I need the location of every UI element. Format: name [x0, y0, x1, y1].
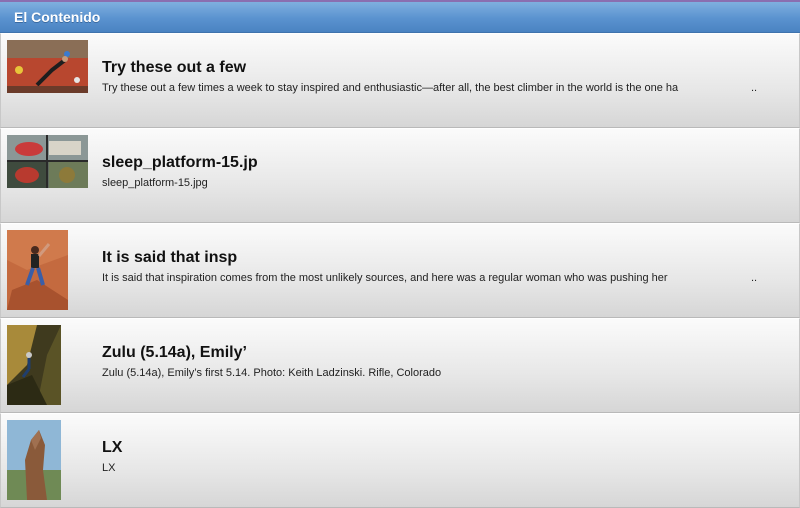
item-title: Zulu (5.14a), Emily’	[102, 344, 247, 361]
item-title: It is said that insp	[102, 249, 238, 266]
list-item[interactable]: Zulu (5.14a), Emily’ Zulu (5.14a), Emily…	[0, 318, 800, 413]
list-item[interactable]: It is said that insp It is said that ins…	[0, 223, 800, 318]
item-ellipsis: ..	[751, 272, 758, 284]
item-title: sleep_platform-15.jp	[102, 154, 258, 171]
woman-climbing-thumbnail	[7, 230, 68, 310]
item-description: sleep_platform-15.jpg	[102, 177, 208, 189]
item-ellipsis: ..	[751, 82, 758, 94]
item-description: Zulu (5.14a), Emily’s first 5.14. Photo:…	[102, 367, 442, 379]
app-title: El Contenido	[14, 9, 101, 25]
zulu-climb-thumbnail	[7, 325, 61, 405]
item-title: Try these out a few	[102, 59, 247, 76]
item-description: Try these out a few times a week to stay…	[102, 82, 679, 94]
rock-tower-thumbnail	[7, 420, 61, 500]
item-description: LX	[102, 462, 116, 474]
app-header: El Contenido	[0, 0, 800, 33]
list-item[interactable]: Try these out a few Try these out a few …	[0, 33, 800, 128]
climbing-wall-thumbnail	[7, 40, 88, 93]
sleep-platform-thumbnail	[7, 135, 88, 188]
content-list: Try these out a few Try these out a few …	[0, 33, 800, 508]
list-item[interactable]: LX LX	[0, 413, 800, 508]
list-item[interactable]: sleep_platform-15.jp sleep_platform-15.j…	[0, 128, 800, 223]
item-description: It is said that inspiration comes from t…	[102, 272, 668, 284]
item-title: LX	[102, 439, 123, 456]
